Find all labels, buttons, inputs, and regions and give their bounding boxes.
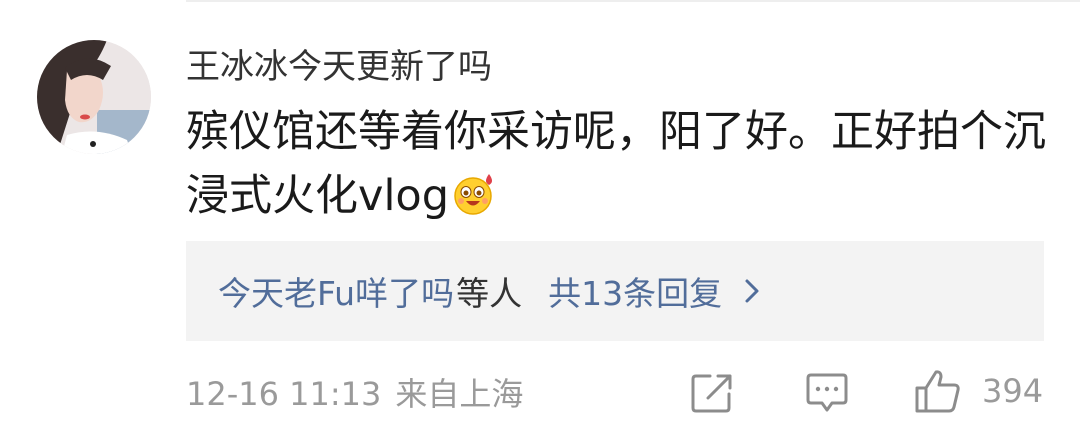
comment-text: 殡仪馆还等着你采访呢，阳了好。正好拍个沉浸式火化vlog xyxy=(186,107,1046,221)
reply-preview-user[interactable]: 今天老Fu咩了吗 xyxy=(218,267,454,315)
reply-preview[interactable]: 今天老Fu咩了吗 等人 共13条回复 xyxy=(186,241,1044,341)
comment-body: 殡仪馆还等着你采访呢，阳了好。正好拍个沉浸式火化vlog xyxy=(186,100,1056,228)
chevron-right-icon[interactable] xyxy=(744,278,760,304)
comment-location: 来自上海 xyxy=(395,375,524,413)
like-count: 394 xyxy=(982,372,1044,410)
comment-timestamp: 12-16 11:13 xyxy=(186,375,382,413)
comment-username[interactable]: 王冰冰今天更新了吗 xyxy=(186,42,492,92)
avatar-image xyxy=(37,40,151,154)
like-button[interactable]: 394 xyxy=(914,368,1043,414)
comment-icon xyxy=(806,373,848,412)
avatar[interactable] xyxy=(37,40,151,154)
comment-meta: 12-16 11:13 来自上海 xyxy=(186,372,523,416)
share-icon xyxy=(691,374,732,413)
top-divider xyxy=(186,0,1080,2)
reply-count-link[interactable]: 共13条回复 xyxy=(548,267,722,315)
thumbs-up-icon xyxy=(915,370,960,413)
reply-preview-suffix: 等人 xyxy=(456,274,523,313)
sweat-laugh-emoji-icon xyxy=(451,170,497,216)
reply-button[interactable] xyxy=(806,372,848,414)
share-button[interactable] xyxy=(690,372,734,414)
